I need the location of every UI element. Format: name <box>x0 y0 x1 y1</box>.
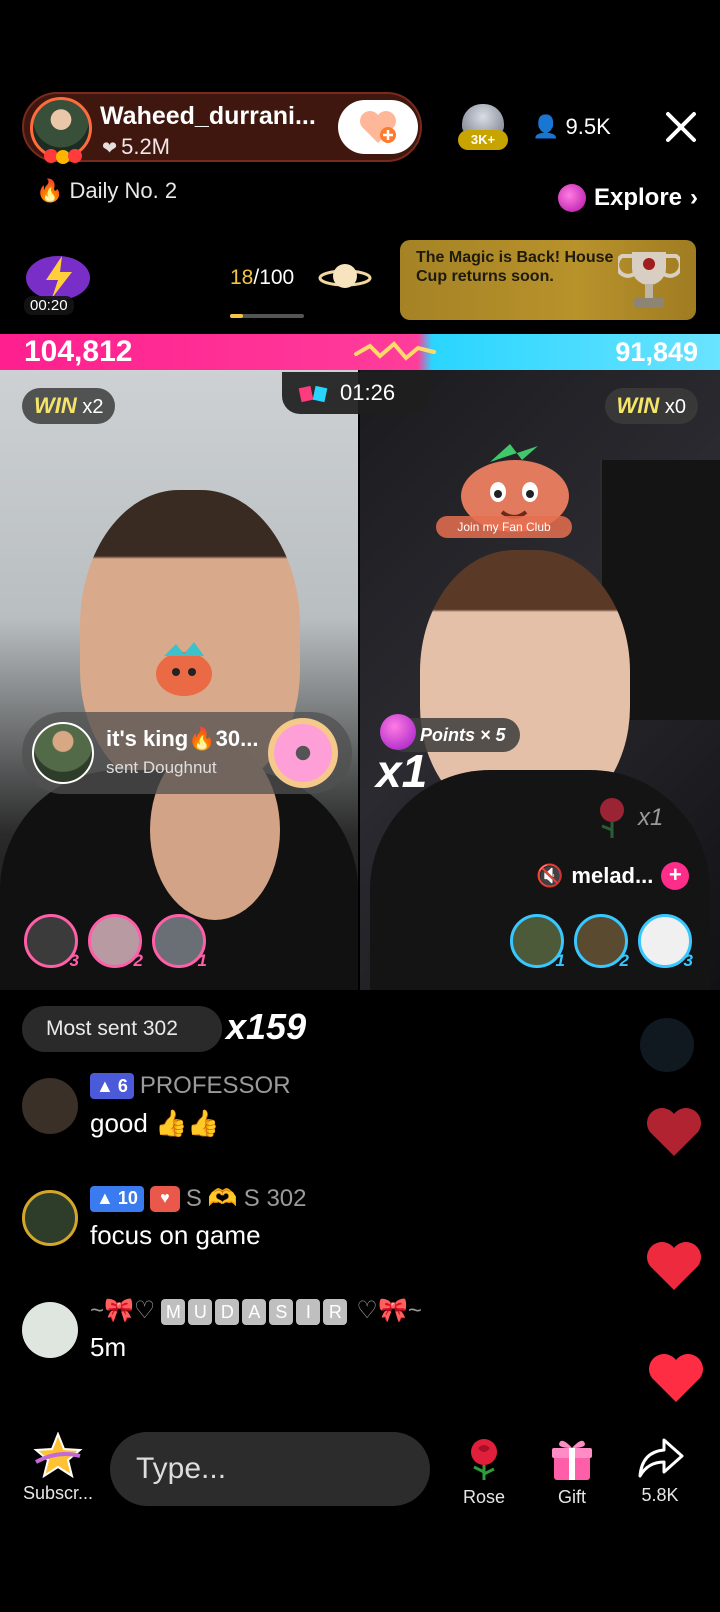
explore-button[interactable]: Explore › <box>558 184 698 212</box>
progress-count: 18/100 <box>230 266 295 289</box>
chevron-right-icon: › <box>690 184 699 211</box>
mascot-sticker-icon <box>156 642 212 696</box>
star-icon <box>33 1431 83 1479</box>
gift-combo-count: x159 <box>226 1006 307 1047</box>
chat-text: good 👍👍 <box>90 1108 220 1138</box>
gift-box-icon <box>552 1440 592 1480</box>
score-right: 91,849 <box>615 337 698 367</box>
trophy-icon <box>618 252 680 308</box>
rose-count: x1 <box>592 796 663 840</box>
fan-club-label: Join my Fan Club <box>436 516 572 538</box>
floating-heart-icon <box>649 1354 703 1402</box>
progress-bar <box>230 314 304 318</box>
name-tiles: MUDASIR <box>161 1297 350 1325</box>
lightning-icon <box>26 256 90 300</box>
most-sent-badge: Most sent 302 <box>22 1006 222 1052</box>
combo-multiplier: x1 <box>376 745 428 797</box>
guest-name-tag[interactable]: 🔇 melad... + <box>536 862 690 890</box>
win-streak-right: WIN x0 <box>604 388 698 424</box>
subscribe-button[interactable]: Subscr... <box>20 1431 96 1504</box>
gifter-rank-avatar[interactable]: 2 <box>574 914 629 970</box>
gifter-rank-avatar[interactable]: 1 <box>152 914 207 970</box>
score-left: 104,812 <box>24 335 133 368</box>
host-video-pane[interactable] <box>0 370 358 990</box>
rose-icon <box>471 1439 497 1480</box>
person-icon: 👤 <box>532 114 560 139</box>
flash-timer: 00:20 <box>24 296 74 315</box>
win-streak-left: WIN x2 <box>22 388 116 424</box>
chat-user: ▲ 10 ♥ S 🫶 S 302 <box>90 1184 306 1213</box>
heart-plus-icon <box>360 111 396 143</box>
gift-notification[interactable]: it's king🔥30... sent Doughnut <box>22 712 352 794</box>
triangle-icon: ▲ <box>96 1075 114 1096</box>
chat-user: ~🎀♡ MUDASIR ♡🎀~ <box>90 1297 422 1325</box>
gifter-rank-avatar[interactable]: 1 <box>510 914 565 970</box>
rose-button[interactable]: Rose <box>454 1436 514 1508</box>
gift-description: sent Doughnut <box>106 758 217 777</box>
progress-fill <box>230 314 244 318</box>
host-avatar[interactable] <box>30 97 92 164</box>
share-bubble-icon[interactable] <box>640 1018 694 1072</box>
battle-spark-icon <box>354 341 436 361</box>
share-arrow-icon <box>638 1438 684 1478</box>
host-likes: ❤ 5.2M <box>102 134 171 159</box>
host-name: Waheed_durrani... <box>100 102 316 130</box>
close-icon[interactable] <box>662 108 700 146</box>
chat-text: focus on game <box>90 1220 261 1250</box>
user-level-badge: ▲ 6 <box>90 1073 134 1099</box>
gifter-rank-avatar[interactable]: 3 <box>24 914 79 970</box>
chat-user: ▲ 6 PROFESSOR <box>90 1072 291 1100</box>
flash-event-badge[interactable]: 00:20 <box>22 250 94 316</box>
gifter-name: it's king🔥30... <box>106 726 259 751</box>
chat-avatar[interactable] <box>22 1302 78 1358</box>
gifter-rank-avatar[interactable]: 3 <box>638 914 693 970</box>
doughnut-icon <box>268 718 338 788</box>
house-cup-promo[interactable]: The Magic is Back! House Cup returns soo… <box>400 240 696 320</box>
host-info-pill[interactable]: Waheed_durrani... ❤ 5.2M <box>22 92 422 164</box>
rose-icon <box>600 798 624 838</box>
heart-hands-icon: 🫶 <box>207 1185 238 1212</box>
guest-video-pane[interactable]: Join my Fan Club <box>360 370 720 990</box>
chat-text: 5m <box>90 1332 127 1362</box>
top-gifters-right: 1 2 3 <box>510 914 693 970</box>
battle-gloves-icon <box>298 385 328 403</box>
user-level-badge: ▲ 10 <box>90 1185 144 1212</box>
level-badge[interactable]: 3K+ <box>458 104 508 152</box>
daily-rank[interactable]: 🔥 Daily No. 2 <box>36 178 177 204</box>
explore-ball-icon <box>558 184 586 212</box>
flame-icon: 🔥 <box>36 178 64 203</box>
heart-icon: ❤ <box>102 138 118 158</box>
battle-timer: 01:26 <box>282 372 430 414</box>
triangle-icon: ▲ <box>96 1188 114 1208</box>
follow-button[interactable] <box>338 100 418 154</box>
fan-heart-icon: ♥ <box>149 1185 180 1212</box>
top-gifters-left: 3 2 1 <box>24 914 207 970</box>
planet-icon[interactable] <box>318 260 372 296</box>
promo-text: The Magic is Back! House Cup returns soo… <box>416 249 614 286</box>
viewer-count[interactable]: 👤 9.5K <box>532 114 611 140</box>
gift-button[interactable]: Gift <box>542 1436 602 1508</box>
chat-avatar[interactable] <box>22 1190 78 1246</box>
comment-input[interactable]: Type... <box>110 1432 430 1506</box>
follow-guest-button[interactable]: + <box>661 862 690 890</box>
floating-heart-icon <box>647 1242 701 1290</box>
share-button[interactable]: 5.8K <box>628 1436 692 1506</box>
floating-heart-icon <box>647 1108 701 1156</box>
chat-avatar[interactable] <box>22 1078 78 1134</box>
gifter-rank-avatar[interactable]: 2 <box>88 914 143 970</box>
muted-speaker-icon: 🔇 <box>536 863 564 888</box>
flower-decoration-icon <box>44 149 82 164</box>
gifter-avatar[interactable] <box>32 722 94 784</box>
